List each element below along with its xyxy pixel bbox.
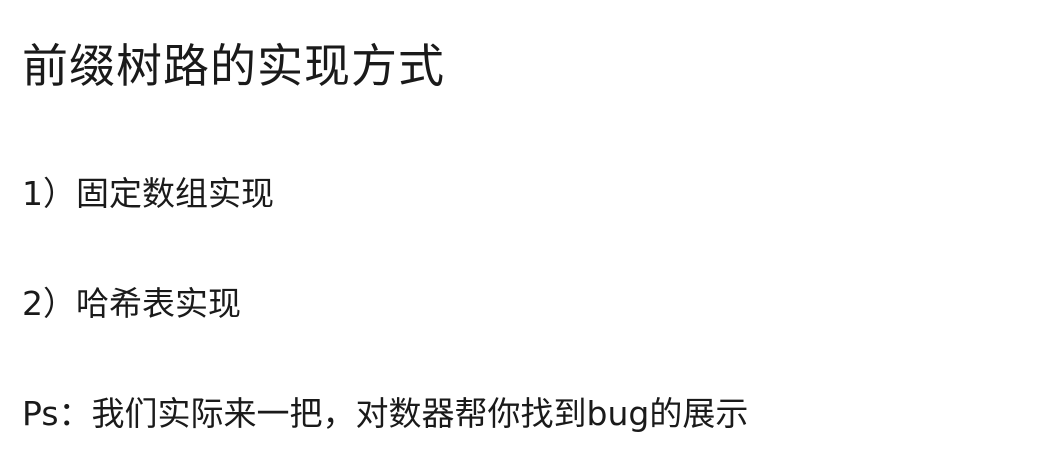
page-title: 前缀树路的实现方式 xyxy=(22,39,445,93)
document-page: 前缀树路的实现方式 1）固定数组实现 2）哈希表实现 Ps：我们实际来一把，对数… xyxy=(0,0,1045,455)
list-item-fixed-array: 1）固定数组实现 xyxy=(22,174,274,213)
list-item-hash-table: 2）哈希表实现 xyxy=(22,284,241,323)
note-text: Ps：我们实际来一把，对数器帮你找到bug的展示 xyxy=(22,394,749,433)
